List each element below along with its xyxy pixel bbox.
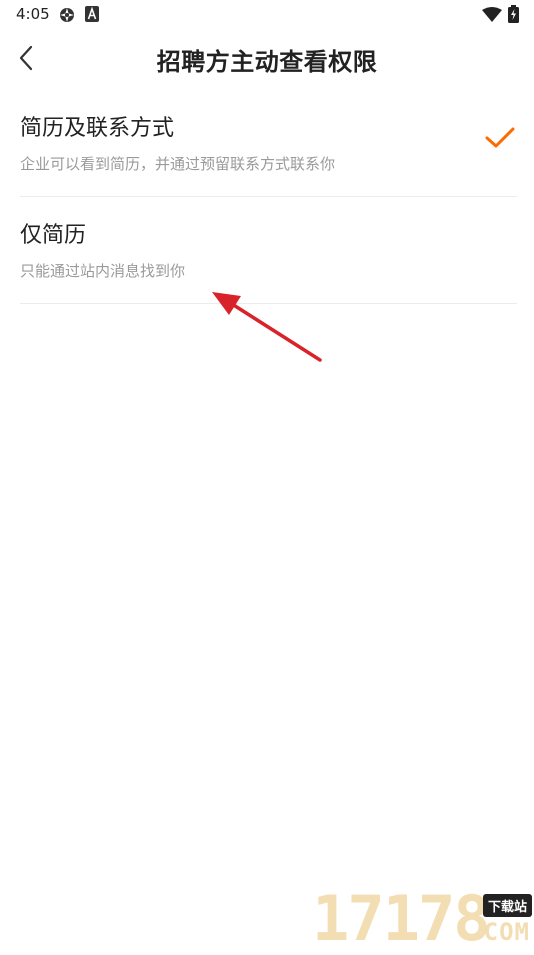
status-bar: 4:05: [0, 0, 534, 28]
watermark-digits: 17178: [312, 882, 491, 955]
option-title: 简历及联系方式: [20, 116, 175, 141]
permission-option-list: 简历及联系方式 企业可以看到简历，并通过预留联系方式联系你 仅简历 只能通过站内…: [0, 90, 534, 304]
status-time: 4:05: [16, 5, 50, 23]
option-description: 只能通过站内消息找到你: [20, 262, 186, 280]
option-title: 仅简历: [20, 223, 87, 248]
font-a-icon: [85, 6, 99, 26]
watermark-badge: 下载站: [482, 894, 532, 917]
watermark-suffix: COM: [483, 918, 530, 946]
page-title: 招聘方主动查看权限: [156, 48, 378, 76]
site-watermark: 17178 下载站 COM: [312, 888, 534, 950]
option-resume-only[interactable]: 仅简历 只能通过站内消息找到你: [20, 197, 517, 304]
wifi-icon: [482, 7, 502, 26]
option-resume-and-contact[interactable]: 简历及联系方式 企业可以看到简历，并通过预留联系方式联系你: [20, 90, 517, 197]
battery-icon: [508, 5, 519, 27]
settings-gear-icon: [58, 6, 76, 28]
option-description: 企业可以看到简历，并通过预留联系方式联系你: [20, 155, 336, 173]
checkmark-icon: [485, 127, 515, 148]
app-header: 招聘方主动查看权限: [0, 28, 534, 88]
